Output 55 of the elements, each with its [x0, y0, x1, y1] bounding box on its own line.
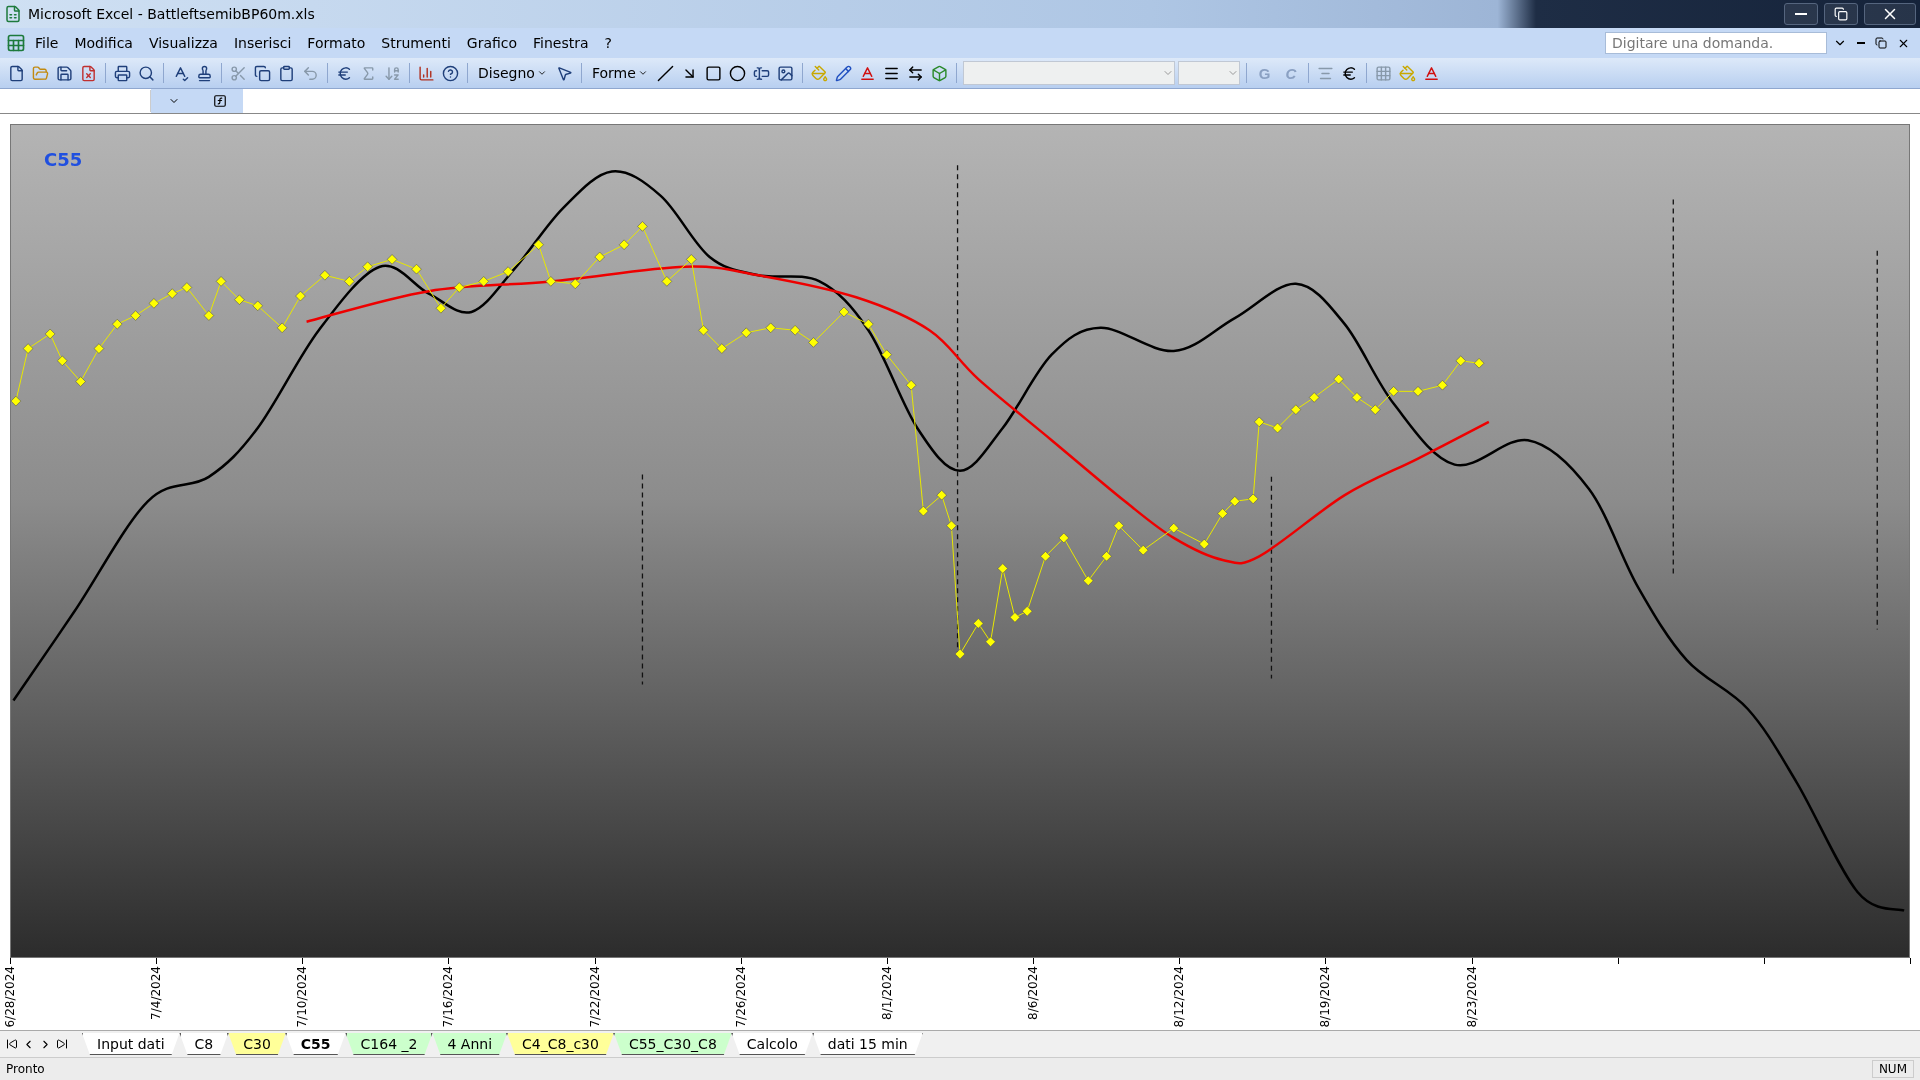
minimize-icon	[1795, 13, 1807, 15]
axis-label: 8/19/2024	[1318, 966, 1333, 1028]
menu-item[interactable]: Strumenti	[374, 33, 458, 53]
last-sheet-button[interactable]	[54, 1038, 70, 1050]
sheet-tab[interactable]: C4_C8_c30	[507, 1033, 614, 1055]
status-text: Pronto	[6, 1062, 46, 1076]
menu-item[interactable]: Finestra	[526, 33, 596, 53]
workbook-icon[interactable]	[6, 33, 26, 53]
last-icon	[56, 1038, 68, 1050]
minimize-icon	[1857, 42, 1865, 44]
axis-label: 7/10/2024	[295, 966, 310, 1028]
axis-label: 8/23/2024	[1464, 966, 1479, 1028]
chart-title: C55	[44, 149, 83, 170]
sheet-tab[interactable]: Calcolo	[731, 1033, 813, 1055]
drawing-menu[interactable]: Disegno	[474, 63, 551, 83]
menu-item[interactable]: ?	[597, 33, 619, 53]
shapes-menu[interactable]: Forme	[587, 63, 652, 83]
function-icon	[212, 94, 227, 108]
sheet-tab[interactable]: 4 Anni	[432, 1033, 508, 1055]
axis-label: 7/22/2024	[587, 966, 602, 1028]
axis-label: 6/28/2024	[3, 966, 17, 1028]
font-size-field[interactable]	[1177, 61, 1240, 85]
first-icon	[6, 1038, 18, 1050]
menu-item[interactable]: Visualizza	[141, 33, 225, 53]
font-name-field[interactable]	[962, 61, 1175, 85]
minimize-button[interactable]	[1784, 3, 1818, 25]
menu-item[interactable]: File	[28, 33, 66, 53]
num-lock-indicator: NUM	[1871, 1060, 1914, 1078]
sheet-tab[interactable]: C55_C30_C8	[613, 1033, 732, 1055]
excel-icon	[4, 5, 22, 23]
sheet-tab[interactable]: C55	[285, 1033, 346, 1055]
menu-item[interactable]: Inserisci	[226, 33, 299, 53]
help-search-field[interactable]: Digitare una domanda.	[1605, 32, 1827, 54]
axis-label: 8/12/2024	[1172, 966, 1187, 1028]
axis-label: 8/1/2024	[879, 966, 894, 1020]
sheet-tab[interactable]: C164 _2	[345, 1033, 433, 1055]
axis-label: 7/26/2024	[733, 966, 748, 1028]
name-box-dropdown[interactable]	[151, 89, 243, 113]
sheet-tab[interactable]: C30	[228, 1033, 286, 1055]
menu-item[interactable]: Modifica	[67, 33, 140, 53]
menu-item[interactable]: Grafico	[459, 33, 525, 53]
sheet-tab[interactable]: Input dati	[82, 1033, 180, 1055]
axis-label: 7/4/2024	[149, 966, 164, 1020]
restore-button[interactable]	[1824, 3, 1858, 25]
menu-item[interactable]: Formato	[300, 33, 373, 53]
sheet-tab[interactable]: C8	[179, 1033, 229, 1055]
first-sheet-button[interactable]	[4, 1038, 20, 1050]
sheet-tab[interactable]: dati 15 min	[812, 1033, 923, 1055]
restore-icon	[1834, 7, 1848, 21]
window-title: Microsoft Excel - BattleftsemibBP60m.xls	[28, 6, 316, 22]
axis-label: 8/6/2024	[1026, 966, 1041, 1020]
axis-label: 7/16/2024	[441, 966, 456, 1028]
restore-icon	[1875, 37, 1887, 49]
caret-icon	[536, 68, 547, 78]
caret-icon	[637, 68, 648, 78]
